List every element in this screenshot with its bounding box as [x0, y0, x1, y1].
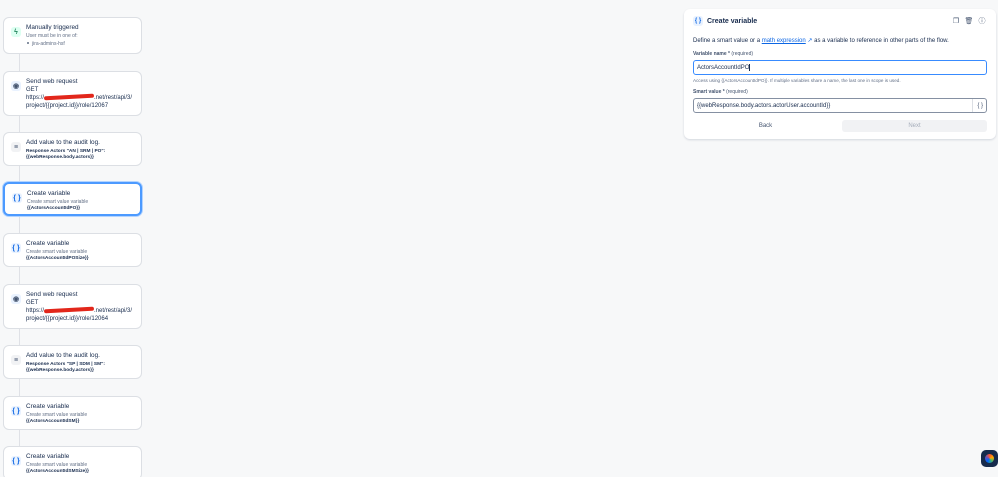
braces-icon: { }: [11, 406, 21, 416]
group-item: jira-admins-hsf: [26, 41, 133, 48]
smart-value-braces-button[interactable]: { }: [972, 99, 983, 112]
panel-description: Define a smart value or a math expressio…: [693, 38, 949, 44]
card-title: Send web request: [26, 78, 78, 85]
connector: [19, 267, 20, 284]
variable-name-label: Variable name * (required): [693, 51, 754, 57]
smart-value-label: Smart value * (required): [693, 89, 748, 95]
connector: [19, 166, 20, 182]
braces-icon: { }: [11, 456, 21, 466]
redaction-mark: [43, 94, 95, 101]
request-url: https://.net/rest/api/3/: [26, 94, 133, 101]
create-variable-card-selected[interactable]: { } Create variable Create smart value v…: [3, 182, 142, 216]
connector: [19, 54, 20, 71]
card-title: Add value to the audit log.: [26, 139, 100, 146]
web-request-icon: ◉: [11, 294, 21, 304]
audit-log-card[interactable]: ≡ Add value to the audit log. Response A…: [3, 345, 142, 379]
create-variable-card[interactable]: { } Create variable Create smart value v…: [3, 446, 142, 477]
create-variable-card[interactable]: { } Create variable Create smart value v…: [3, 396, 142, 430]
variable-name-help: Access using {{ActorsAccountIdPO}}. If m…: [693, 78, 901, 83]
request-url-path: project/{{project.id}}/role/12064: [26, 316, 109, 322]
web-request-card[interactable]: ◉ Send web request GET https://.net/rest…: [3, 284, 142, 329]
variable-name: {{ActorsAccountIdSM}}: [26, 418, 80, 424]
create-variable-card[interactable]: { } Create variable Create smart value v…: [3, 233, 142, 267]
panel-title: Create variable: [707, 17, 758, 25]
request-url-path: project/{{project.id}}/role/12067: [26, 103, 109, 109]
request-url: https://.net/rest/api/3/: [26, 307, 133, 314]
braces-icon: { }: [693, 16, 703, 26]
trigger-card[interactable]: ϟ Manually triggered User must be in one…: [3, 17, 142, 54]
assistant-logo-icon: [985, 454, 994, 463]
assistant-button[interactable]: [981, 450, 998, 467]
panel-actions: Back Next: [693, 120, 987, 132]
card-title: Create variable: [26, 240, 70, 247]
card-title: Create variable: [26, 403, 70, 410]
audit-message-value: {{webResponse.body.actors}}: [26, 155, 94, 160]
duplicate-icon[interactable]: ❐: [951, 16, 961, 26]
connector: [19, 379, 20, 396]
card-title: Add value to the audit log.: [26, 352, 100, 359]
card-title: Manually triggered: [26, 24, 79, 31]
connector: [19, 116, 20, 132]
create-variable-panel: { } Create variable ❐ 🗑 ⓘ Define a smart…: [684, 9, 996, 139]
smart-value-input[interactable]: {{webResponse.body.actors.actorUser.acco…: [693, 98, 987, 113]
redaction-mark: [43, 307, 95, 314]
audit-log-card[interactable]: ≡ Add value to the audit log. Response A…: [3, 132, 142, 166]
connector: [19, 329, 20, 345]
back-button[interactable]: Back: [693, 120, 838, 132]
audit-message-value: {{webResponse.body.actors}}: [26, 368, 94, 373]
card-title: Send web request: [26, 291, 78, 298]
variable-name: {{ActorsAccountIdSMSize}}: [26, 468, 89, 474]
panel-header: { } Create variable ❐ 🗑 ⓘ: [693, 15, 987, 27]
help-icon[interactable]: ⓘ: [977, 16, 987, 26]
lightning-icon: ϟ: [11, 27, 21, 37]
variable-name: {{ActorsAccountIdPO}}: [27, 205, 81, 211]
request-method: GET: [26, 87, 39, 93]
next-button[interactable]: Next: [842, 120, 987, 132]
connector: [19, 430, 20, 446]
card-title: Create variable: [26, 453, 70, 460]
variable-name: {{ActorsAccountIdPOSize}}: [26, 255, 89, 261]
automation-canvas: ϟ Manually triggered User must be in one…: [0, 0, 998, 477]
math-expression-link[interactable]: math expression: [762, 38, 806, 44]
card-subtitle: User must be in one of:: [26, 33, 78, 39]
log-icon: ≡: [11, 355, 21, 365]
card-title: Create variable: [27, 190, 71, 197]
log-icon: ≡: [11, 142, 21, 152]
web-request-icon: ◉: [11, 81, 21, 91]
braces-icon: { }: [11, 243, 21, 253]
web-request-card[interactable]: ◉ Send web request GET https://.net/rest…: [3, 71, 142, 116]
connector: [19, 216, 20, 233]
request-method: GET: [26, 300, 39, 306]
bullet-icon: [27, 42, 29, 45]
variable-name-input[interactable]: ActorsAccountIdPO: [693, 60, 987, 75]
trash-icon[interactable]: 🗑: [964, 16, 974, 26]
braces-icon: { }: [12, 193, 22, 203]
